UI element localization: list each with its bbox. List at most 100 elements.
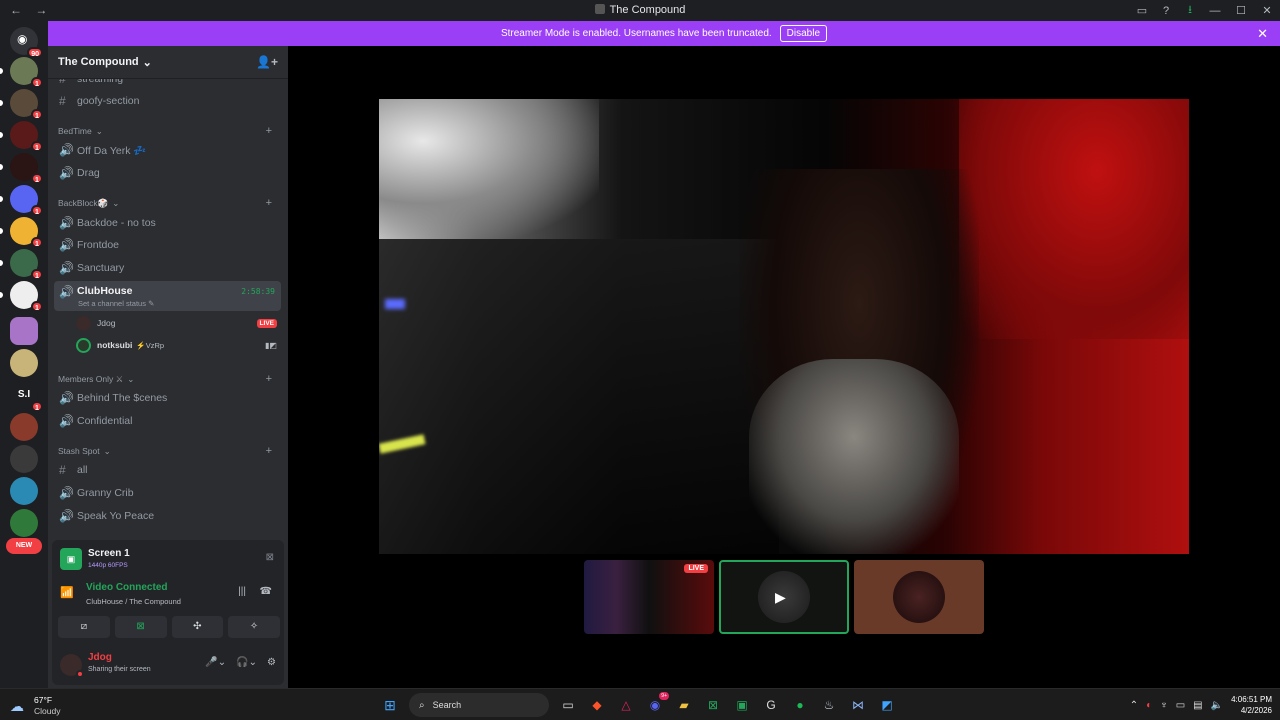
channel-item[interactable]: 🔊 Frontdoe [54,234,281,256]
disable-button[interactable]: Disable [779,25,828,42]
channel-item[interactable]: 🔊 Sanctuary [54,257,281,279]
channel-item[interactable]: 🔊 Backdoe - no tos [54,212,281,234]
guild-icon[interactable]: 1 [0,153,43,184]
spotify-icon[interactable]: ● [790,695,810,715]
category-header[interactable]: BackBlock🎲 ⌄ + [58,196,280,210]
voice-channel-icon: 🔊 [59,238,74,252]
unread-pill [0,68,3,74]
channel-item[interactable]: 🔊 Off Da Yerk 💤 [54,139,281,161]
avatar[interactable] [60,654,84,678]
app-icon[interactable]: ⋈ [848,695,868,715]
guild-icon[interactable]: 1 [0,89,43,120]
channel-item[interactable]: 🔊 Drag [54,162,281,184]
steam-icon[interactable]: ♨ [819,695,839,715]
username[interactable]: Jdog [88,652,112,663]
guild-icon[interactable]: 1 [0,249,43,280]
connection-status[interactable]: Video Connected [86,582,168,593]
guild-icon[interactable] [10,477,38,505]
category-header[interactable]: Stash Spot ⌄ + [58,444,280,458]
add-channel-icon[interactable]: + [266,125,272,137]
app-icon[interactable]: G [761,695,781,715]
volume-icon[interactable]: 🔈 [1211,700,1223,711]
network-icon[interactable]: ▤ [1193,700,1202,711]
category-header[interactable]: BedTime ⌄ + [58,124,280,138]
category-header[interactable]: Members Only ⚔ ⌄ + [58,372,280,386]
guild-icon[interactable] [10,349,38,377]
guild-icon[interactable] [10,413,38,441]
live-badge: LIVE [256,318,277,328]
guild-icon[interactable] [10,317,38,345]
brave-icon[interactable]: ◆ [587,695,607,715]
noise-suppression-icon[interactable]: ||| [238,586,246,597]
voice-user[interactable]: Jdog LIVE [76,313,281,333]
home-button[interactable]: ◉ 90 [10,27,43,58]
discord-logo-icon: ◉ [17,32,28,46]
unread-pill [0,164,3,170]
channel-item[interactable]: 🔊 Confidential [54,410,281,432]
task-view-icon[interactable]: ▭ [558,695,578,715]
add-channel-icon[interactable]: + [266,373,272,385]
stream-thumbnail[interactable]: LIVE [584,560,714,634]
headphones-icon[interactable]: 🎧⌄ [236,657,257,668]
guild-icon[interactable] [10,509,38,537]
windows-start-icon[interactable]: ⊞ [380,695,400,715]
invite-icon[interactable]: 👤+ [256,55,278,69]
xbox-icon[interactable]: ⊠ [703,695,723,715]
help-icon[interactable]: ? [1154,5,1178,17]
tray-app-icon[interactable]: ◐ [1146,700,1152,711]
channel-item[interactable]: # goofy-section [54,90,281,112]
signal-icon[interactable]: 📶 [60,586,74,599]
system-tray: ⌃ ◐ ♆ ▭ ▤ 🔈 4:06:51 PM 4/2/2026 [1130,693,1272,717]
close-icon[interactable]: ✕ [1257,26,1268,42]
channel-status[interactable]: Set a channel status ✎ [78,299,154,308]
connection-location[interactable]: ClubHouse / The Compound [86,597,181,606]
discord-icon[interactable]: ◉ 9+ [645,692,669,715]
voice-user-name: Jdog [97,318,116,328]
channel-item[interactable]: # streaming [54,79,281,90]
unread-pill [0,196,3,202]
guild-icon[interactable]: 1 [0,185,43,216]
download-icon[interactable]: ⭳ [1178,1,1202,20]
channel-item[interactable]: # all [54,459,281,481]
screen-share-button[interactable]: ⊠ [114,616,167,638]
active-voice-channel[interactable]: 🔊 ClubHouse 2:58:39 Set a channel status… [54,281,281,311]
channel-item[interactable]: 🔊 Granny Crib [54,482,281,504]
guild-icon[interactable]: S.I 1 [10,381,43,412]
participant-thumbnail[interactable] [854,560,984,634]
guild-icon[interactable]: 1 [0,57,43,88]
tray-app-icon[interactable]: ♆ [1160,700,1168,711]
disconnect-icon[interactable]: ☎ [260,586,272,597]
display-icon[interactable]: ▭ [1176,700,1185,711]
channel-item[interactable]: 🔊 Speak Yo Peace [54,505,281,527]
server-header[interactable]: The Compound ⌄ 👤+ [48,46,288,79]
stop-stream-icon[interactable]: ⊠ [266,552,274,563]
channel-item[interactable]: 🔊 Behind The $cenes [54,387,281,409]
call-timer: 2:58:39 [241,287,275,296]
camera-off-button[interactable]: ⧄ [58,616,110,638]
maximize-button[interactable]: ☐ [1228,4,1254,17]
close-button[interactable]: ✕ [1254,4,1280,17]
app-icon[interactable]: △ [616,695,636,715]
microphone-icon[interactable]: 🎤⌄ [205,657,226,668]
camera-thumbnail[interactable]: ▶ [719,560,849,634]
soundboard-button[interactable]: ✧ [228,616,280,638]
inbox-icon[interactable]: ▭ [1130,4,1154,17]
clock[interactable]: 4:06:51 PM 4/2/2026 [1231,694,1272,716]
guild-icon[interactable] [10,445,38,473]
guild-icon[interactable]: 1 [0,217,43,248]
app-icon[interactable]: ◩ [877,695,897,715]
taskbar-search[interactable]: ⌕ Search [409,693,549,717]
chevron-up-icon[interactable]: ⌃ [1130,700,1138,711]
main-video-stream[interactable] [379,99,1189,554]
guild-icon[interactable]: 1 [0,281,43,312]
add-channel-icon[interactable]: + [266,197,272,209]
server-name: The Compound [58,56,139,68]
guild-icon[interactable]: 1 [0,121,43,152]
gear-icon[interactable]: ⚙ [267,657,276,668]
activities-button[interactable]: ✣ [171,616,224,638]
voice-user[interactable]: notksubi ⚡VzRp ▮◩ [76,335,281,355]
file-explorer-icon[interactable]: ▰ [674,695,694,715]
minimize-button[interactable]: — [1202,5,1228,17]
add-channel-icon[interactable]: + [266,445,272,457]
app-icon[interactable]: ▣ [732,695,752,715]
